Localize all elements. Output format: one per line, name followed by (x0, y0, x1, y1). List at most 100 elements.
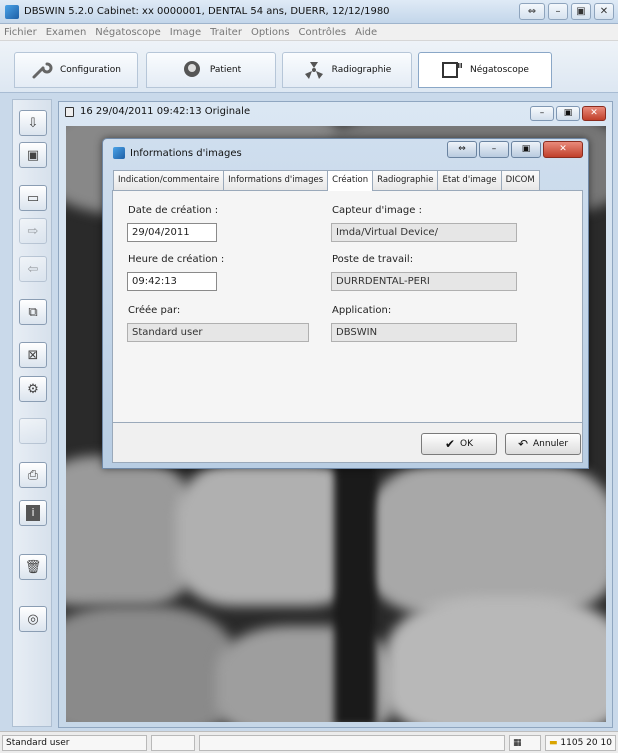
tab-etat-image[interactable]: Etat d'image (437, 170, 502, 190)
left-toolbar: ⇩ ▣ ▭ ⇨ ⇦ ⧉ ⊠ ⚙ ⎙ i 🗑 ◎ (12, 99, 52, 727)
dialog-tabs: Indication/commentaire Informations d'im… (113, 170, 540, 191)
close-button[interactable]: ✕ (594, 3, 614, 20)
transfer-out-button[interactable]: ⇨ (19, 218, 47, 244)
minimize-button[interactable]: – (548, 3, 568, 20)
menu-examen[interactable]: Examen (46, 27, 87, 38)
tab-negatoscope-label: Négatoscope (470, 65, 529, 75)
tab-negatoscope[interactable]: Négatoscope (418, 52, 552, 88)
capture-label: Capteur d'image : (332, 205, 422, 216)
workstation-field: DURRDENTAL-PERI (331, 272, 517, 291)
dialog-app-icon (113, 147, 125, 159)
check-icon: ✔ (444, 437, 456, 451)
status-pane-3 (199, 735, 505, 751)
time-label: Heure de création : (128, 254, 225, 265)
folder-icon: ▬ (549, 738, 558, 748)
capture-field: Imda/Virtual Device/ (331, 223, 517, 242)
dialog-maximize-button[interactable]: ▣ (511, 141, 541, 158)
created-by-field: Standard user (127, 323, 309, 342)
image-window-title-text: 16 29/04/2011 09:42:13 Originale (80, 106, 251, 117)
menu-options[interactable]: Options (251, 27, 290, 38)
status-pane-4: ▦ (509, 735, 541, 751)
delete-icon: 🗑 (24, 559, 42, 575)
print-icon: ⎙ (27, 467, 39, 483)
tab-radiographie-label: Radiographie (331, 65, 392, 75)
tab-indication-commentaire[interactable]: Indication/commentaire (113, 170, 225, 190)
restore-size-button[interactable]: ⇔ (519, 3, 545, 20)
new-window-button[interactable]: ▭ (19, 185, 47, 211)
image-window-controls: – ▣ ✕ (530, 106, 606, 121)
tab-patient[interactable]: Patient (146, 52, 276, 88)
frame-icon: ⊠ (27, 347, 39, 363)
new-window-icon: ▭ (26, 190, 40, 206)
tab-creation[interactable]: Création (327, 170, 374, 191)
status-user: Standard user (2, 735, 147, 751)
menu-aide[interactable]: Aide (355, 27, 377, 38)
info-icon: i (26, 505, 40, 521)
dialog-close-button[interactable]: ✕ (543, 141, 583, 158)
image-info-dialog: Informations d'images ⇔ – ▣ ✕ Indication… (102, 138, 589, 469)
tab-configuration[interactable]: Configuration (14, 52, 138, 88)
date-label: Date de création : (128, 205, 219, 216)
lock-icon (65, 106, 74, 117)
tools-button[interactable]: ⚙ (19, 376, 47, 402)
wrench-icon (32, 62, 53, 79)
status-right: ▬ 1105 20 10 (545, 735, 616, 751)
tools-icon: ⚙ (27, 381, 39, 397)
menu-image[interactable]: Image (170, 27, 201, 38)
status-right-text: 1105 20 10 (560, 738, 612, 748)
window-title: DBSWIN 5.2.0 Cabinet: xx 0000001, DENTAL… (24, 6, 390, 17)
app-icon (5, 5, 19, 19)
tab-radiographie-info[interactable]: Radiographie (372, 170, 439, 190)
workstation-label: Poste de travail: (332, 254, 414, 265)
tab-configuration-label: Configuration (59, 65, 122, 75)
status-bar: Standard user ▦ ▬ 1105 20 10 (0, 731, 618, 753)
menu-controles[interactable]: Contrôles (299, 27, 347, 38)
undo-icon: ↶ (517, 437, 529, 451)
dialog-controls: ⇔ – ▣ ✕ (447, 141, 583, 158)
save-icon: ▣ (26, 147, 40, 163)
dialog-minimize-button[interactable]: – (479, 141, 509, 158)
title-bar: DBSWIN 5.2.0 Cabinet: xx 0000001, DENTAL… (0, 0, 618, 24)
import-button[interactable]: ⇩ (19, 110, 47, 136)
viewer-icon (442, 62, 463, 78)
image-minimize-button[interactable]: – (530, 106, 554, 121)
frame-button[interactable]: ⊠ (19, 342, 47, 368)
menu-negatoscope[interactable]: Négatoscope (95, 27, 160, 38)
menu-traiter[interactable]: Traiter (210, 27, 242, 38)
disc-button[interactable]: ◎ (19, 606, 47, 632)
dialog-restore-button[interactable]: ⇔ (447, 141, 477, 158)
image-close-button[interactable]: ✕ (582, 106, 606, 121)
window-controls: ⇔ – ▣ ✕ (519, 3, 614, 20)
menu-fichier[interactable]: Fichier (4, 27, 37, 38)
cancel-label: Annuler (533, 439, 569, 449)
cancel-button[interactable]: ↶ Annuler (505, 433, 581, 455)
transfer-out-icon: ⇨ (27, 223, 39, 239)
dialog-footer: ✔ OK ↶ Annuler (112, 423, 583, 463)
transfer-in-button[interactable]: ⇦ (19, 256, 47, 282)
tab-dicom[interactable]: DICOM (500, 170, 540, 190)
blank-button[interactable] (19, 418, 47, 444)
transfer-in-icon: ⇦ (27, 261, 39, 277)
created-by-label: Créée par: (128, 305, 181, 316)
tab-radiographie[interactable]: Radiographie (282, 52, 412, 88)
image-maximize-button[interactable]: ▣ (556, 106, 580, 121)
time-field[interactable]: 09:42:13 (127, 272, 217, 291)
disc-icon: ◎ (27, 611, 39, 627)
tab-informations-images[interactable]: Informations d'images (223, 170, 329, 190)
patient-icon (183, 61, 200, 77)
application-label: Application: (332, 305, 392, 316)
tab-patient-label: Patient (209, 65, 242, 75)
maximize-button[interactable]: ▣ (571, 3, 591, 20)
calendar-icon: ▦ (513, 738, 522, 748)
status-pane-2 (151, 735, 195, 751)
dialog-title-text: Informations d'images (130, 147, 242, 159)
radiation-icon (304, 62, 323, 79)
import-icon: ⇩ (27, 115, 39, 131)
ok-button[interactable]: ✔ OK (421, 433, 497, 455)
copy-button[interactable]: ⧉ (19, 299, 47, 325)
delete-button[interactable]: 🗑 (19, 554, 47, 580)
save-button[interactable]: ▣ (19, 142, 47, 168)
date-field[interactable]: 29/04/2011 (127, 223, 217, 242)
info-button[interactable]: i (19, 500, 47, 526)
print-button[interactable]: ⎙ (19, 462, 47, 488)
